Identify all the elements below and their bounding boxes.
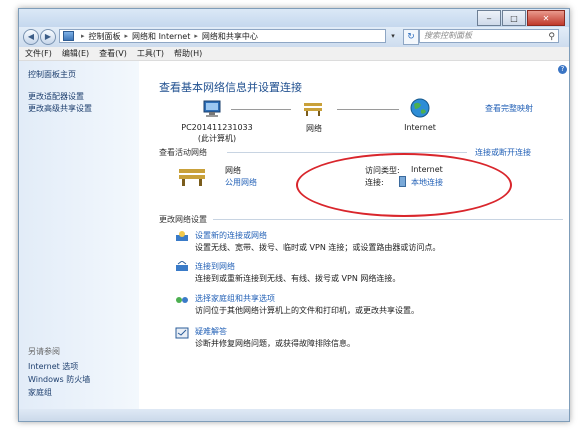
menu-view[interactable]: 查看(V) (99, 48, 127, 59)
control-panel-icon (63, 31, 74, 41)
menu-help[interactable]: 帮助(H) (174, 48, 202, 59)
internet-globe-icon (410, 98, 430, 118)
see-also-firewall[interactable]: Windows 防火墙 (28, 374, 90, 385)
task-setup-connection-desc: 设置无线、宽带、拨号、临时或 VPN 连接；或设置路由器或访问点。 (195, 243, 441, 252)
breadcrumb-sharing-center[interactable]: 网络和共享中心 (202, 31, 258, 42)
see-full-map-link[interactable]: 查看完整映射 (485, 103, 533, 114)
section-divider (213, 219, 563, 220)
window-controls: ‒ □ ✕ (476, 10, 565, 26)
breadcrumb-chevron-icon: ▸ (124, 32, 129, 40)
maximize-button[interactable]: □ (502, 10, 526, 26)
refresh-icon[interactable]: ↻ (403, 29, 419, 45)
change-settings-title: 更改网络设置 (159, 215, 207, 224)
search-icon[interactable]: ⚲ (548, 31, 555, 43)
control-panel-window: ‒ □ ✕ ◀ ▶ ▸ 控制面板 ▸ 网络和 Internet ▸ 网络和共享中… (18, 8, 570, 422)
active-networks-title: 查看活动网络 (159, 148, 207, 157)
see-also-internet-options[interactable]: Internet 选项 (28, 361, 78, 372)
task-setup-connection-link[interactable]: 设置新的连接或网络 (195, 230, 267, 241)
sidebar-link-adapter-settings[interactable]: 更改适配器设置 (28, 91, 84, 102)
see-also-title: 另请参阅 (28, 347, 60, 356)
see-also-homegroup[interactable]: 家庭组 (28, 387, 52, 398)
address-row: ◀ ▶ ▸ 控制面板 ▸ 网络和 Internet ▸ 网络和共享中心 ▾ ↻ … (19, 27, 569, 47)
task-troubleshoot-link[interactable]: 疑难解答 (195, 326, 227, 337)
breadcrumb-chevron-icon: ▸ (81, 32, 85, 40)
connect-network-icon (176, 261, 188, 271)
help-icon[interactable]: ? (558, 65, 567, 74)
menu-bar: 文件(F) 编辑(E) 查看(V) 工具(T) 帮助(H) (19, 47, 569, 61)
task-troubleshoot-desc: 诊断并修复网络问题，或获得故障排除信息。 (195, 339, 355, 348)
sidebar-link-cp-home[interactable]: 控制面板主页 (28, 69, 76, 80)
window-bottom-border (19, 409, 569, 421)
computer-name: PC201411231033 (181, 123, 253, 132)
menu-edit[interactable]: 编辑(E) (62, 48, 89, 59)
breadcrumb-control-panel[interactable]: 控制面板 (89, 31, 121, 42)
menu-file[interactable]: 文件(F) (25, 48, 52, 59)
network-bench-icon (304, 103, 322, 116)
computer-subtitle: (此计算机) (197, 134, 237, 143)
internet-node-label: Internet (404, 123, 436, 132)
close-button[interactable]: ✕ (527, 10, 565, 26)
task-connect-network-desc: 连接到或重新连接到无线、有线、拨号或 VPN 网络连接。 (195, 274, 401, 283)
homegroup-sharing-icon (176, 297, 188, 303)
main-content: ? 查看基本网络信息并设置连接 查看完整映射 PC201411231033 (此… (139, 61, 569, 409)
search-placeholder: 搜索控制面板 (424, 31, 472, 40)
forward-button[interactable]: ▶ (40, 29, 56, 45)
network-bench-icon (179, 169, 205, 186)
sidebar: 控制面板主页 更改适配器设置 更改高级共享设置 另请参阅 Internet 选项… (19, 61, 139, 409)
search-input[interactable]: 搜索控制面板 ⚲ (419, 29, 559, 43)
menu-tools[interactable]: 工具(T) (137, 48, 164, 59)
computer-icon (203, 100, 221, 117)
setup-connection-icon (176, 231, 188, 241)
task-homegroup-link[interactable]: 选择家庭组和共享选项 (195, 293, 275, 304)
connect-disconnect-link[interactable]: 连接或断开连接 (475, 147, 531, 158)
connection-line (337, 109, 399, 110)
address-bar[interactable]: ▸ 控制面板 ▸ 网络和 Internet ▸ 网络和共享中心 (59, 29, 386, 43)
breadcrumb-chevron-icon: ▸ (194, 32, 198, 40)
breadcrumb-network-internet[interactable]: 网络和 Internet (132, 31, 190, 42)
back-button[interactable]: ◀ (23, 29, 39, 45)
minimize-button[interactable]: ‒ (477, 10, 501, 26)
page-title: 查看基本网络信息并设置连接 (159, 81, 302, 94)
highlight-annotation (296, 153, 512, 217)
task-connect-network-link[interactable]: 连接到网络 (195, 261, 235, 272)
connection-line (231, 109, 291, 110)
active-network-name: 网络 (225, 166, 241, 175)
section-divider (227, 152, 467, 153)
network-node-label: 网络 (306, 124, 322, 133)
active-network-type-link[interactable]: 公用网络 (225, 177, 257, 188)
title-bar[interactable]: ‒ □ ✕ (19, 9, 569, 27)
troubleshoot-icon (175, 327, 189, 339)
address-dropdown-icon[interactable]: ▾ (387, 29, 399, 43)
task-homegroup-desc: 访问位于其他网络计算机上的文件和打印机，或更改共享设置。 (195, 306, 419, 315)
sidebar-link-advanced-sharing[interactable]: 更改高级共享设置 (28, 103, 92, 114)
